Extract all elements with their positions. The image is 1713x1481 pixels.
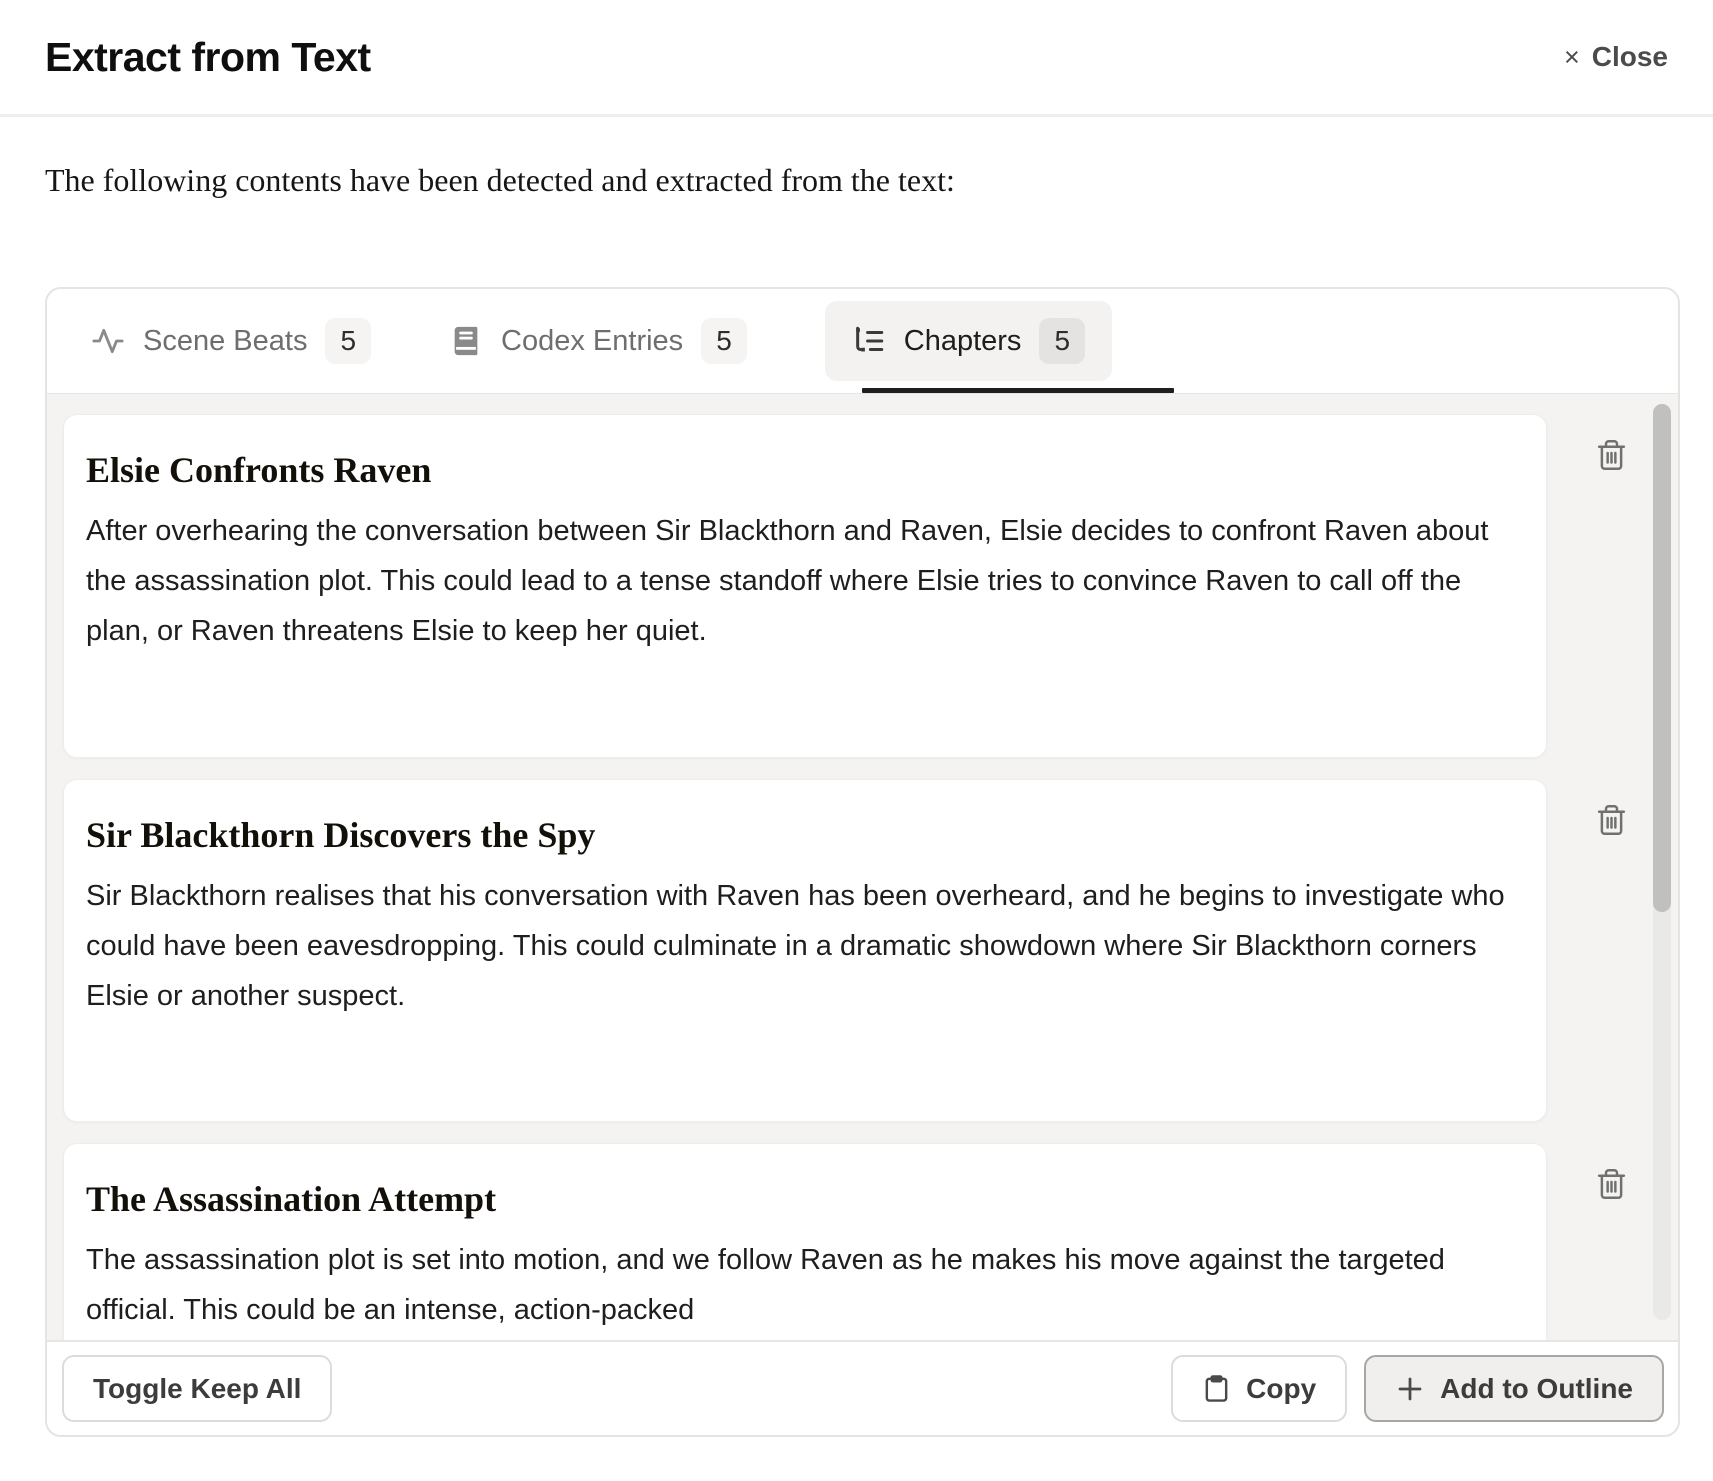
tab-count-badge: 5	[325, 318, 371, 364]
close-label: Close	[1592, 41, 1668, 73]
list-item: Elsie Confronts Raven After overhearing …	[63, 414, 1678, 758]
chapter-title: Elsie Confronts Raven	[86, 449, 1506, 492]
trash-icon	[1595, 802, 1628, 838]
chapter-title: Sir Blackthorn Discovers the Spy	[86, 814, 1506, 857]
extract-container: Scene Beats 5 Codex Entries 5 Chapters 5…	[45, 287, 1680, 1437]
chapter-card: Sir Blackthorn Discovers the Spy Sir Bla…	[63, 779, 1547, 1122]
plus-icon	[1395, 1374, 1425, 1404]
chapter-description: Sir Blackthorn realises that his convers…	[86, 871, 1506, 1021]
clipboard-icon	[1202, 1373, 1231, 1404]
trash-icon	[1595, 1166, 1628, 1202]
page-title: Extract from Text	[45, 34, 371, 81]
chapter-description: After overhearing the conversation betwe…	[86, 506, 1506, 656]
toggle-keep-all-button[interactable]: Toggle Keep All	[62, 1355, 332, 1422]
add-to-outline-label: Add to Outline	[1440, 1373, 1633, 1405]
chapter-list: Elsie Confronts Raven After overhearing …	[47, 394, 1678, 1340]
tab-codex-entries[interactable]: Codex Entries 5	[449, 318, 747, 364]
book-icon	[449, 324, 483, 358]
tab-panel-chapters: Elsie Confronts Raven After overhearing …	[47, 393, 1678, 1340]
chapter-card: Elsie Confronts Raven After overhearing …	[63, 414, 1547, 758]
add-to-outline-button[interactable]: Add to Outline	[1364, 1355, 1664, 1422]
chapter-card: The Assassination Attempt The assassinat…	[63, 1143, 1547, 1340]
close-button[interactable]: × Close	[1564, 41, 1668, 73]
footer-bar: Toggle Keep All Copy Add to Outline	[47, 1340, 1678, 1435]
copy-label: Copy	[1246, 1373, 1316, 1405]
tab-label: Chapters	[904, 325, 1022, 358]
list-tree-icon	[852, 324, 886, 358]
scrollbar-track[interactable]	[1653, 404, 1671, 1320]
list-item: Sir Blackthorn Discovers the Spy Sir Bla…	[63, 779, 1678, 1122]
activity-icon	[91, 324, 125, 358]
close-icon: ×	[1564, 44, 1580, 71]
delete-button[interactable]	[1595, 801, 1631, 839]
footer-action-group: Copy Add to Outline	[1171, 1355, 1664, 1422]
tab-count-badge: 5	[1039, 318, 1085, 364]
tab-label: Codex Entries	[501, 325, 683, 358]
tab-scene-beats[interactable]: Scene Beats 5	[91, 318, 371, 364]
intro-text: The following contents have been detecte…	[45, 162, 1545, 199]
copy-button[interactable]: Copy	[1171, 1355, 1347, 1422]
tab-chapters[interactable]: Chapters 5	[825, 301, 1112, 381]
chapter-title: The Assassination Attempt	[86, 1178, 1506, 1221]
tab-count-badge: 5	[701, 318, 747, 364]
chapter-description: The assassination plot is set into motio…	[86, 1235, 1506, 1335]
toggle-keep-all-label: Toggle Keep All	[93, 1373, 301, 1405]
modal-header: Extract from Text × Close	[0, 0, 1713, 117]
tab-label: Scene Beats	[143, 325, 307, 358]
tab-bar: Scene Beats 5 Codex Entries 5 Chapters 5	[47, 289, 1678, 393]
delete-button[interactable]	[1595, 1165, 1631, 1203]
trash-icon	[1595, 437, 1628, 473]
delete-button[interactable]	[1595, 436, 1631, 474]
list-item: The Assassination Attempt The assassinat…	[63, 1143, 1678, 1340]
scrollbar-thumb[interactable]	[1653, 404, 1671, 912]
